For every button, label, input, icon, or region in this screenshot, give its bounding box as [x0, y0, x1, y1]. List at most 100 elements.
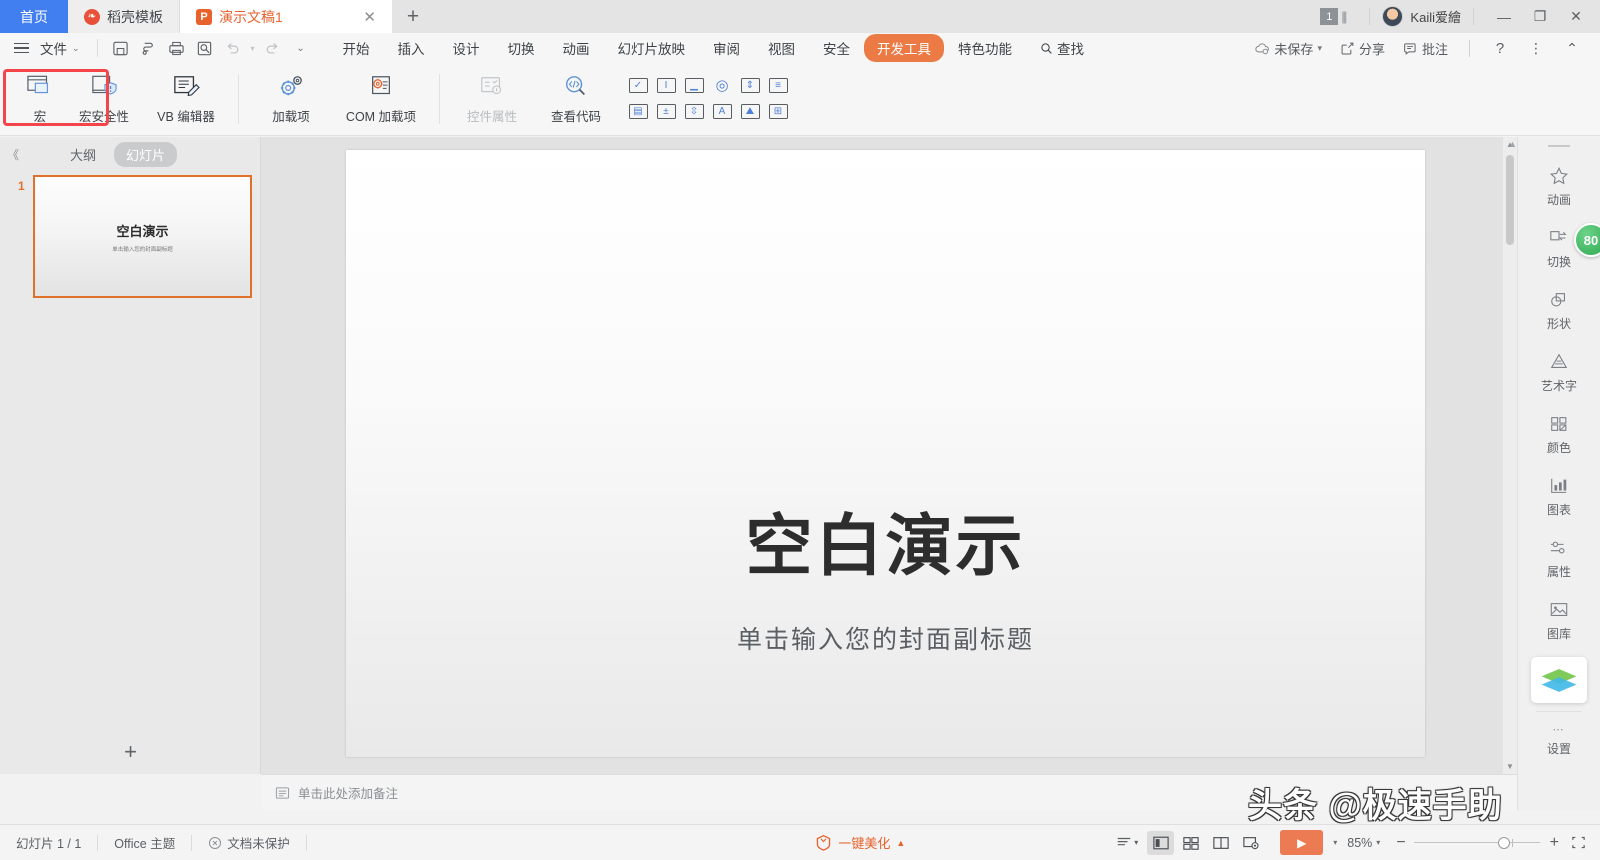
promo-button[interactable] — [1531, 657, 1587, 703]
zoom-in-button[interactable]: + — [1540, 834, 1569, 852]
maximize-button[interactable]: ❐ — [1522, 0, 1558, 33]
protection-status[interactable]: 文档未保护 — [192, 833, 306, 852]
slideshow-options-caret[interactable]: ▾ — [1323, 838, 1347, 847]
cloud-unsaved-status[interactable]: 未保存 ▾ — [1245, 39, 1331, 58]
addin-button[interactable]: 加载项 — [249, 66, 333, 132]
user-name[interactable]: Kaili爱繪 — [1410, 7, 1461, 26]
menu-item-insert[interactable]: 插入 — [384, 34, 439, 62]
new-tab-button[interactable]: + — [392, 0, 434, 33]
avatar[interactable] — [1382, 6, 1403, 27]
sidebar-scroll-up-icon[interactable]: ▲ — [1508, 139, 1517, 149]
macro-button[interactable]: 宏 — [8, 66, 72, 132]
transition-badge[interactable]: 80 — [1574, 223, 1600, 257]
zoom-slider-handle[interactable] — [1498, 837, 1510, 849]
print-icon[interactable] — [163, 35, 191, 61]
com-addin-button[interactable]: COM 加载项 — [333, 66, 429, 132]
undo-icon[interactable] — [219, 35, 247, 61]
zoom-level-label[interactable]: 85% — [1347, 836, 1372, 850]
fit-slide-button[interactable] — [1569, 835, 1600, 850]
scroll-down-icon[interactable]: ▼ — [1503, 759, 1517, 774]
beautify-button[interactable]: 一键美化 ▲ — [815, 833, 905, 852]
zoom-menu-caret[interactable]: ▾ — [1372, 838, 1388, 847]
spin-button-control[interactable]: ± — [654, 100, 678, 122]
file-menu-button[interactable]: 文件 ⌄ — [0, 38, 88, 58]
tab-slides[interactable]: 幻灯片 — [114, 142, 177, 167]
menu-item-animation[interactable]: 动画 — [549, 34, 604, 62]
help-button[interactable]: ? — [1482, 32, 1518, 65]
redo-icon[interactable] — [259, 35, 287, 61]
menu-item-featured[interactable]: 特色功能 — [944, 34, 1026, 62]
tab-outline[interactable]: 大纲 — [58, 142, 108, 167]
textbox-control[interactable]: I — [654, 74, 678, 96]
menu-item-security[interactable]: 安全 — [809, 34, 864, 62]
slide-sorter-view-button[interactable] — [1177, 831, 1204, 855]
canvas-scrollbar[interactable]: ▲ ▼ — [1503, 137, 1517, 774]
menu-item-search[interactable]: 查找 — [1026, 34, 1098, 62]
sidebar-grip[interactable] — [1518, 137, 1600, 155]
reading-view-button[interactable] — [1207, 831, 1234, 855]
start-slideshow-button[interactable]: ▶ — [1280, 830, 1323, 855]
menu-item-design[interactable]: 设计 — [439, 34, 494, 62]
notes-bar[interactable]: 单击此处添加备注 — [261, 774, 1517, 810]
menu-item-review[interactable]: 审阅 — [699, 34, 754, 62]
minimize-button[interactable]: — — [1486, 0, 1522, 33]
sidebar-item-gallery[interactable]: 图库 — [1518, 589, 1600, 651]
slide-thumbnail-1[interactable]: 空白演示 单击输入您的封面副标题 — [33, 175, 252, 298]
label-control[interactable]: A — [710, 100, 734, 122]
undo-dropdown-icon[interactable]: ▾ — [247, 35, 259, 61]
more-options-button[interactable]: ⋮ — [1518, 32, 1554, 65]
add-slide-button[interactable]: + — [0, 730, 261, 774]
sidebar-item-settings[interactable]: ⋯ 设置 — [1518, 720, 1600, 760]
option-button-control[interactable]: ◎ — [710, 74, 734, 96]
scrollbar-control[interactable]: ⇳ — [682, 100, 706, 122]
zoom-slider[interactable] — [1414, 836, 1540, 850]
menu-item-developer-tools[interactable]: 开发工具 — [864, 34, 944, 62]
menu-item-slideshow[interactable]: 幻灯片放映 — [604, 34, 700, 62]
tab-docer-template[interactable]: ❧ 稻壳模板 — [68, 0, 180, 33]
print-direct-icon[interactable] — [135, 35, 163, 61]
sidebar-item-chart[interactable]: 图表 — [1518, 465, 1600, 527]
collapse-ribbon-button[interactable]: ⌃ — [1554, 32, 1590, 65]
combobox-control[interactable]: ≡ — [766, 74, 790, 96]
menu-item-start[interactable]: 开始 — [329, 34, 384, 62]
print-preview-icon[interactable] — [191, 35, 219, 61]
save-icon[interactable] — [107, 35, 135, 61]
more-controls[interactable]: ⊞ — [766, 100, 790, 122]
tab-list-icon[interactable]: ||| — [1341, 9, 1345, 24]
checkbox-control[interactable]: ✓ — [626, 74, 650, 96]
image-control[interactable]: ⛰ — [738, 100, 762, 122]
presenter-view-button[interactable] — [1237, 831, 1264, 855]
view-code-button[interactable]: 查看代码 — [534, 66, 618, 132]
sidebar-item-transition[interactable]: 切换 80 — [1518, 217, 1600, 279]
slide-editing-area[interactable]: 空白演示 单击输入您的封面副标题 — [346, 150, 1425, 757]
control-properties-button[interactable]: 控件属性 — [450, 66, 534, 132]
listbox-control[interactable]: ⇕ — [738, 74, 762, 96]
sidebar-item-color[interactable]: 颜色 — [1518, 403, 1600, 465]
vb-editor-button[interactable]: VB 编辑器 — [144, 66, 228, 132]
slide-title[interactable]: 空白演示 — [346, 492, 1425, 589]
tab-home[interactable]: 首页 — [0, 0, 68, 33]
close-tab-icon[interactable]: ✕ — [329, 8, 376, 26]
customize-quick-access-icon[interactable]: ⌄ — [287, 35, 315, 61]
button-control[interactable]: ▁ — [682, 74, 706, 96]
normal-view-button[interactable] — [1147, 831, 1174, 855]
toggle-button-control[interactable]: ▤ — [626, 100, 650, 122]
macro-security-button[interactable]: 宏安全性 — [72, 66, 136, 132]
comment-button[interactable]: 批注 — [1394, 39, 1457, 58]
sidebar-item-shape[interactable]: 形状 — [1518, 279, 1600, 341]
tab-presentation1[interactable]: P 演示文稿1 ✕ — [180, 0, 392, 33]
zoom-out-button[interactable]: − — [1388, 834, 1413, 852]
collapse-panel-button[interactable]: 《 — [0, 146, 26, 163]
scrollbar-thumb[interactable] — [1506, 155, 1514, 245]
slide-count-status[interactable]: 幻灯片 1 / 1 — [0, 833, 97, 852]
share-button[interactable]: 分享 — [1331, 39, 1394, 58]
menu-item-transition[interactable]: 切换 — [494, 34, 549, 62]
close-window-button[interactable]: ✕ — [1558, 0, 1594, 33]
notification-badge[interactable]: 1 — [1320, 8, 1338, 25]
sidebar-item-animation[interactable]: 动画 — [1518, 155, 1600, 217]
slide-subtitle[interactable]: 单击输入您的封面副标题 — [346, 620, 1425, 656]
sidebar-item-properties[interactable]: 属性 — [1518, 527, 1600, 589]
theme-status[interactable]: Office 主题 — [98, 833, 191, 852]
view-mode-menu[interactable]: ▾ — [1110, 831, 1144, 855]
sidebar-item-wordart[interactable]: 艺术字 — [1518, 341, 1600, 403]
